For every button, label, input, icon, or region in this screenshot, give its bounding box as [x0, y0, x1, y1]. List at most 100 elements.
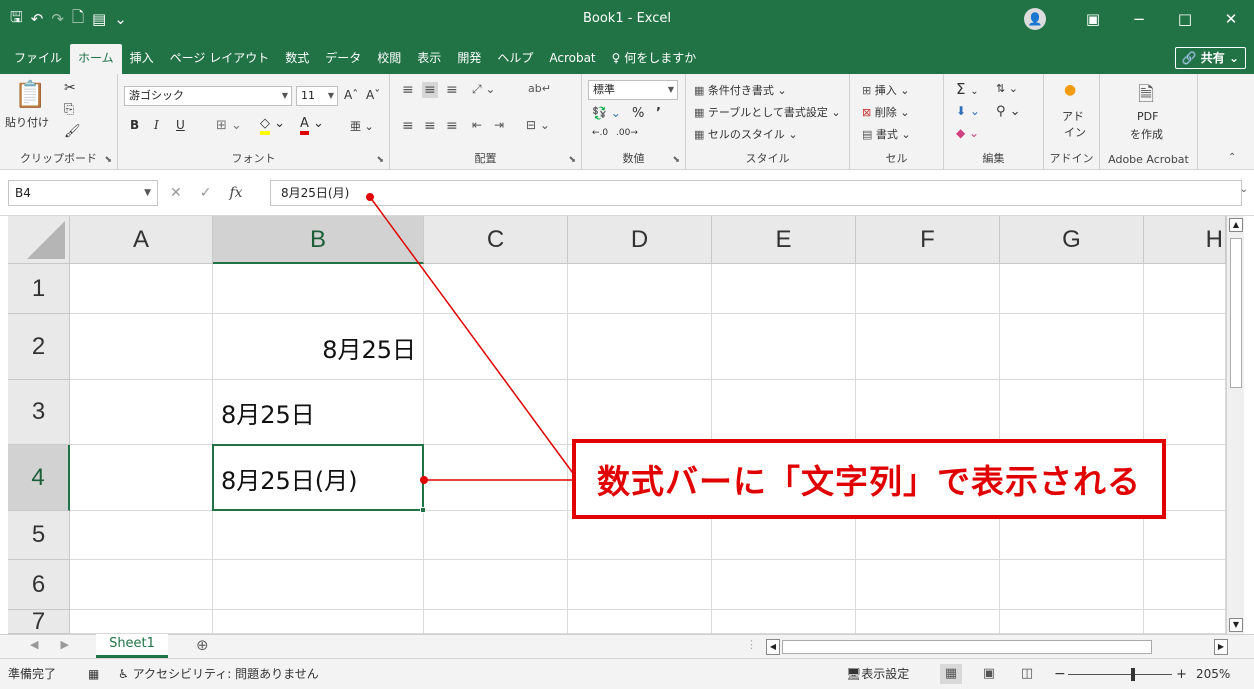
row-header-4[interactable]: 4 [8, 445, 70, 511]
ribbon-display-icon[interactable]: ▣ [1070, 0, 1116, 38]
addins-icon[interactable]: ● [1064, 82, 1076, 98]
display-settings-button[interactable]: 🖥表示設定 [846, 659, 909, 689]
row-header-5[interactable]: 5 [8, 511, 70, 560]
merge-center-icon[interactable]: ⊟ ⌄ [526, 118, 550, 132]
column-header-e[interactable]: E [712, 216, 856, 264]
cell-b3[interactable]: 8月25日 [213, 380, 424, 445]
customize-qat-icon[interactable]: ⌄ [114, 10, 127, 28]
horizontal-thumb[interactable] [782, 640, 1152, 654]
minimize-button[interactable]: − [1116, 0, 1162, 38]
cancel-icon[interactable]: ✕ [170, 185, 182, 201]
create-pdf-line1[interactable]: PDF [1137, 110, 1158, 123]
tab-9[interactable]: ヘルプ [489, 44, 541, 74]
align-right-icon[interactable]: ≡ [446, 118, 458, 134]
increase-decimal-icon[interactable]: ←.0 [592, 128, 608, 138]
tab-6[interactable]: 校閲 [369, 44, 409, 74]
scroll-right-icon[interactable]: ▶ [1214, 639, 1228, 655]
row-header-1[interactable]: 1 [8, 264, 70, 314]
column-header-b[interactable]: B [213, 216, 424, 264]
collapse-ribbon-icon[interactable]: ⌃ [1228, 152, 1236, 163]
sort-filter-icon[interactable]: ⇅ ⌄ [996, 82, 1018, 95]
format-cells-button[interactable]: ▤ 書式 ⌄ [862, 126, 911, 142]
column-header-c[interactable]: C [424, 216, 568, 264]
next-sheet-icon[interactable]: ▶ [60, 638, 68, 651]
insert-cells-button[interactable]: ⊞ 挿入 ⌄ [862, 82, 909, 98]
zoom-out-button[interactable]: − [1054, 659, 1066, 689]
tab-2[interactable]: 挿入 [122, 44, 162, 74]
cell-b2[interactable]: 8月25日 [213, 314, 424, 380]
fill-color-icon[interactable]: ◇ ⌄ [260, 116, 285, 135]
clear-icon[interactable]: ◆ ⌄ [956, 126, 979, 140]
scroll-thumb[interactable] [1230, 238, 1242, 388]
form-icon[interactable]: ▤ [92, 10, 106, 28]
grow-font-button[interactable]: Aˆ [344, 88, 358, 102]
row-header-2[interactable]: 2 [8, 314, 70, 380]
print-preview-icon[interactable]: 🗋 [72, 7, 84, 32]
create-pdf-icon[interactable]: 🗎 [1138, 80, 1154, 114]
font-launcher-icon[interactable]: ⬊ [376, 155, 384, 165]
percent-button[interactable]: % [632, 106, 644, 121]
tab-5[interactable]: データ [317, 44, 369, 74]
accessibility-status[interactable]: ♿ アクセシビリティ: 問題ありません [118, 659, 319, 689]
phonetic-icon[interactable]: 亜 ⌄ [350, 118, 374, 134]
macro-record-icon[interactable]: ▦ [88, 659, 99, 689]
font-name-select[interactable]: 游ゴシック ▼ [124, 86, 292, 106]
orientation-icon[interactable]: ⤢ ⌄ [472, 82, 495, 97]
zoom-level[interactable]: 205% [1196, 659, 1230, 689]
name-box[interactable]: B4 ▼ [8, 180, 158, 206]
align-top-icon[interactable]: ≡ [402, 82, 414, 98]
border-icon[interactable]: ⊞ ⌄ [216, 118, 242, 133]
tab-11[interactable]: ♀ 何をしますか [604, 44, 705, 74]
insert-function-icon[interactable]: fx [229, 185, 242, 201]
normal-view-icon[interactable]: ▦ [940, 664, 962, 684]
format-painter-icon[interactable]: 🖌 [64, 124, 81, 139]
worksheet-grid[interactable]: ▲ ▼ A B C D E F G H 1 2 3 4 5 6 7 8月25日 8月25日 8月25日(月) [0, 216, 1254, 634]
column-header-d[interactable]: D [568, 216, 712, 264]
cell-styles-button[interactable]: ▦ セルのスタイル ⌄ [694, 126, 798, 142]
align-left-icon[interactable]: ≡ [402, 118, 414, 134]
copy-icon[interactable]: ⎘ [64, 102, 74, 117]
page-layout-view-icon[interactable]: ▣ [978, 664, 1000, 684]
fill-icon[interactable]: ⬇ ⌄ [956, 104, 980, 118]
fill-handle[interactable] [420, 507, 426, 513]
tab-3[interactable]: ページ レイアウト [162, 44, 278, 74]
row-header-3[interactable]: 3 [8, 380, 70, 445]
add-sheet-icon[interactable]: ⊕ [196, 636, 209, 654]
scroll-down-icon[interactable]: ▼ [1229, 618, 1243, 632]
tab-8[interactable]: 開発 [449, 44, 489, 74]
horizontal-scrollbar[interactable]: ◀ ▶ [760, 639, 1228, 655]
page-break-view-icon[interactable]: ◫ [1016, 664, 1038, 684]
paste-icon[interactable]: 📋 [14, 80, 46, 110]
delete-cells-button[interactable]: ⊠ 削除 ⌄ [862, 104, 909, 120]
italic-button[interactable]: I [154, 118, 159, 132]
number-launcher-icon[interactable]: ⬊ [672, 155, 680, 165]
conditional-format-button[interactable]: ▦ 条件付き書式 ⌄ [694, 82, 787, 98]
prev-sheet-icon[interactable]: ◀ [30, 638, 38, 651]
row-header-6[interactable]: 6 [8, 560, 70, 610]
select-all-button[interactable] [8, 216, 70, 264]
tab-7[interactable]: 表示 [409, 44, 449, 74]
number-format-select[interactable]: 標準 ▼ [588, 80, 678, 100]
comma-button[interactable]: ’ [656, 106, 661, 121]
column-header-g[interactable]: G [1000, 216, 1144, 264]
clipboard-launcher-icon[interactable]: ⬊ [104, 155, 112, 165]
align-center-icon[interactable]: ≡ [424, 118, 436, 134]
tab-splitter[interactable]: ⋮ [746, 638, 757, 651]
tab-1[interactable]: ホーム [70, 44, 122, 74]
align-middle-icon[interactable]: ≡ [422, 82, 438, 98]
undo-icon[interactable]: ↶ [31, 10, 44, 28]
decrease-decimal-icon[interactable]: .00→ [616, 128, 638, 138]
paste-button[interactable]: 貼り付け [5, 114, 49, 130]
shrink-font-button[interactable]: Aˇ [366, 88, 380, 102]
formula-input[interactable]: 8月25日(月) [270, 180, 1242, 206]
maximize-button[interactable]: □ [1162, 0, 1208, 38]
wrap-text-icon[interactable]: ab↵ [528, 82, 551, 95]
redo-icon[interactable]: ↷ [51, 10, 64, 28]
font-size-select[interactable]: 11 ▼ [296, 86, 338, 106]
tab-4[interactable]: 数式 [277, 44, 317, 74]
tab-0[interactable]: ファイル [6, 44, 70, 74]
column-header-f[interactable]: F [856, 216, 1000, 264]
row-header-7[interactable]: 7 [8, 608, 70, 634]
autosum-button[interactable]: Σ ⌄ [956, 80, 979, 98]
font-color-icon[interactable]: A ⌄ [300, 116, 324, 135]
